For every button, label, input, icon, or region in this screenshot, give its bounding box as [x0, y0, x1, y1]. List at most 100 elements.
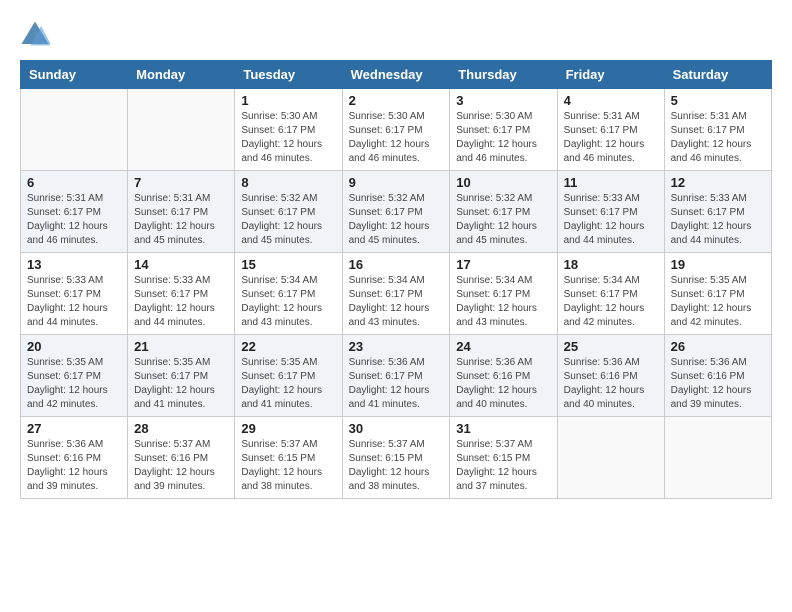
calendar-cell: 22 Sunrise: 5:35 AM Sunset: 6:17 PM Dayli… — [235, 335, 342, 417]
day-number: 31 — [456, 421, 550, 436]
day-number: 19 — [671, 257, 765, 272]
calendar-cell: 14 Sunrise: 5:33 AM Sunset: 6:17 PM Dayli… — [128, 253, 235, 335]
day-info: Sunrise: 5:37 AM Sunset: 6:15 PM Dayligh… — [349, 438, 444, 494]
page-header — [20, 20, 772, 50]
day-info: Sunrise: 5:30 AM Sunset: 6:17 PM Dayligh… — [241, 110, 335, 166]
calendar-cell — [128, 89, 235, 171]
day-info: Sunrise: 5:33 AM Sunset: 6:17 PM Dayligh… — [134, 274, 228, 330]
day-number: 14 — [134, 257, 228, 272]
day-number: 10 — [456, 175, 550, 190]
day-number: 4 — [564, 93, 658, 108]
day-info: Sunrise: 5:34 AM Sunset: 6:17 PM Dayligh… — [241, 274, 335, 330]
day-number: 24 — [456, 339, 550, 354]
calendar-cell: 10 Sunrise: 5:32 AM Sunset: 6:17 PM Dayli… — [450, 171, 557, 253]
calendar-cell: 15 Sunrise: 5:34 AM Sunset: 6:17 PM Dayli… — [235, 253, 342, 335]
day-number: 17 — [456, 257, 550, 272]
day-number: 22 — [241, 339, 335, 354]
day-info: Sunrise: 5:32 AM Sunset: 6:17 PM Dayligh… — [349, 192, 444, 248]
day-number: 21 — [134, 339, 228, 354]
calendar-cell: 23 Sunrise: 5:36 AM Sunset: 6:17 PM Dayli… — [342, 335, 450, 417]
day-info: Sunrise: 5:36 AM Sunset: 6:16 PM Dayligh… — [27, 438, 121, 494]
day-header-monday: Monday — [128, 61, 235, 89]
day-number: 20 — [27, 339, 121, 354]
day-number: 23 — [349, 339, 444, 354]
calendar-cell: 16 Sunrise: 5:34 AM Sunset: 6:17 PM Dayli… — [342, 253, 450, 335]
day-number: 5 — [671, 93, 765, 108]
calendar-cell: 5 Sunrise: 5:31 AM Sunset: 6:17 PM Daylig… — [664, 89, 771, 171]
calendar-cell: 17 Sunrise: 5:34 AM Sunset: 6:17 PM Dayli… — [450, 253, 557, 335]
day-info: Sunrise: 5:33 AM Sunset: 6:17 PM Dayligh… — [564, 192, 658, 248]
day-info: Sunrise: 5:31 AM Sunset: 6:17 PM Dayligh… — [671, 110, 765, 166]
day-number: 8 — [241, 175, 335, 190]
day-header-friday: Friday — [557, 61, 664, 89]
day-header-wednesday: Wednesday — [342, 61, 450, 89]
day-info: Sunrise: 5:37 AM Sunset: 6:15 PM Dayligh… — [456, 438, 550, 494]
day-number: 26 — [671, 339, 765, 354]
calendar-cell: 8 Sunrise: 5:32 AM Sunset: 6:17 PM Daylig… — [235, 171, 342, 253]
calendar-cell: 7 Sunrise: 5:31 AM Sunset: 6:17 PM Daylig… — [128, 171, 235, 253]
day-number: 6 — [27, 175, 121, 190]
calendar-cell: 21 Sunrise: 5:35 AM Sunset: 6:17 PM Dayli… — [128, 335, 235, 417]
day-info: Sunrise: 5:37 AM Sunset: 6:15 PM Dayligh… — [241, 438, 335, 494]
calendar-header-row: SundayMondayTuesdayWednesdayThursdayFrid… — [21, 61, 772, 89]
day-info: Sunrise: 5:35 AM Sunset: 6:17 PM Dayligh… — [27, 356, 121, 412]
calendar-cell: 25 Sunrise: 5:36 AM Sunset: 6:16 PM Dayli… — [557, 335, 664, 417]
day-number: 16 — [349, 257, 444, 272]
day-number: 12 — [671, 175, 765, 190]
day-info: Sunrise: 5:30 AM Sunset: 6:17 PM Dayligh… — [456, 110, 550, 166]
day-info: Sunrise: 5:36 AM Sunset: 6:16 PM Dayligh… — [456, 356, 550, 412]
day-info: Sunrise: 5:36 AM Sunset: 6:16 PM Dayligh… — [564, 356, 658, 412]
calendar-cell — [557, 417, 664, 499]
day-number: 2 — [349, 93, 444, 108]
day-info: Sunrise: 5:35 AM Sunset: 6:17 PM Dayligh… — [671, 274, 765, 330]
calendar-cell: 9Sunrise: 5:32 AM Sunset: 6:17 PM Daylig… — [342, 171, 450, 253]
calendar-cell: 3Sunrise: 5:30 AM Sunset: 6:17 PM Daylig… — [450, 89, 557, 171]
day-number: 1 — [241, 93, 335, 108]
calendar-cell — [21, 89, 128, 171]
day-info: Sunrise: 5:34 AM Sunset: 6:17 PM Dayligh… — [456, 274, 550, 330]
day-header-sunday: Sunday — [21, 61, 128, 89]
calendar-cell: 19 Sunrise: 5:35 AM Sunset: 6:17 PM Dayli… — [664, 253, 771, 335]
day-number: 7 — [134, 175, 228, 190]
day-info: Sunrise: 5:33 AM Sunset: 6:17 PM Dayligh… — [671, 192, 765, 248]
day-number: 25 — [564, 339, 658, 354]
calendar-cell: 26 Sunrise: 5:36 AM Sunset: 6:16 PM Dayli… — [664, 335, 771, 417]
day-number: 28 — [134, 421, 228, 436]
calendar-cell: 2 Sunrise: 5:30 AM Sunset: 6:17 PM Daylig… — [342, 89, 450, 171]
day-info: Sunrise: 5:33 AM Sunset: 6:17 PM Dayligh… — [27, 274, 121, 330]
day-info: Sunrise: 5:31 AM Sunset: 6:17 PM Dayligh… — [134, 192, 228, 248]
day-number: 11 — [564, 175, 658, 190]
logo-icon — [20, 20, 50, 50]
calendar-cell: 1 Sunrise: 5:30 AM Sunset: 6:17 PM Daylig… — [235, 89, 342, 171]
day-number: 29 — [241, 421, 335, 436]
day-info: Sunrise: 5:32 AM Sunset: 6:17 PM Dayligh… — [241, 192, 335, 248]
day-number: 13 — [27, 257, 121, 272]
day-info: Sunrise: 5:36 AM Sunset: 6:16 PM Dayligh… — [671, 356, 765, 412]
calendar-cell: 27 Sunrise: 5:36 AM Sunset: 6:16 PM Dayli… — [21, 417, 128, 499]
calendar-week-row: 27 Sunrise: 5:36 AM Sunset: 6:16 PM Dayli… — [21, 417, 772, 499]
day-info: Sunrise: 5:35 AM Sunset: 6:17 PM Dayligh… — [134, 356, 228, 412]
day-header-tuesday: Tuesday — [235, 61, 342, 89]
calendar-cell: 29 Sunrise: 5:37 AM Sunset: 6:15 PM Dayli… — [235, 417, 342, 499]
day-info: Sunrise: 5:31 AM Sunset: 6:17 PM Dayligh… — [27, 192, 121, 248]
day-number: 18 — [564, 257, 658, 272]
calendar-cell: 4 Sunrise: 5:31 AM Sunset: 6:17 PM Daylig… — [557, 89, 664, 171]
day-info: Sunrise: 5:35 AM Sunset: 6:17 PM Dayligh… — [241, 356, 335, 412]
calendar-week-row: 20 Sunrise: 5:35 AM Sunset: 6:17 PM Dayli… — [21, 335, 772, 417]
calendar-week-row: 1 Sunrise: 5:30 AM Sunset: 6:17 PM Daylig… — [21, 89, 772, 171]
calendar-cell: 6 Sunrise: 5:31 AM Sunset: 6:17 PM Daylig… — [21, 171, 128, 253]
calendar-cell: 11 Sunrise: 5:33 AM Sunset: 6:17 PM Dayli… — [557, 171, 664, 253]
day-info: Sunrise: 5:36 AM Sunset: 6:17 PM Dayligh… — [349, 356, 444, 412]
day-info: Sunrise: 5:30 AM Sunset: 6:17 PM Dayligh… — [349, 110, 444, 166]
calendar-cell — [664, 417, 771, 499]
day-info: Sunrise: 5:31 AM Sunset: 6:17 PM Dayligh… — [564, 110, 658, 166]
day-info: Sunrise: 5:34 AM Sunset: 6:17 PM Dayligh… — [349, 274, 444, 330]
day-number: 27 — [27, 421, 121, 436]
calendar-cell: 12 Sunrise: 5:33 AM Sunset: 6:17 PM Dayli… — [664, 171, 771, 253]
day-info: Sunrise: 5:32 AM Sunset: 6:17 PM Dayligh… — [456, 192, 550, 248]
calendar-cell: 13 Sunrise: 5:33 AM Sunset: 6:17 PM Dayli… — [21, 253, 128, 335]
calendar-cell: 28Sunrise: 5:37 AM Sunset: 6:16 PM Dayli… — [128, 417, 235, 499]
day-number: 15 — [241, 257, 335, 272]
calendar-week-row: 6 Sunrise: 5:31 AM Sunset: 6:17 PM Daylig… — [21, 171, 772, 253]
calendar: SundayMondayTuesdayWednesdayThursdayFrid… — [20, 60, 772, 499]
